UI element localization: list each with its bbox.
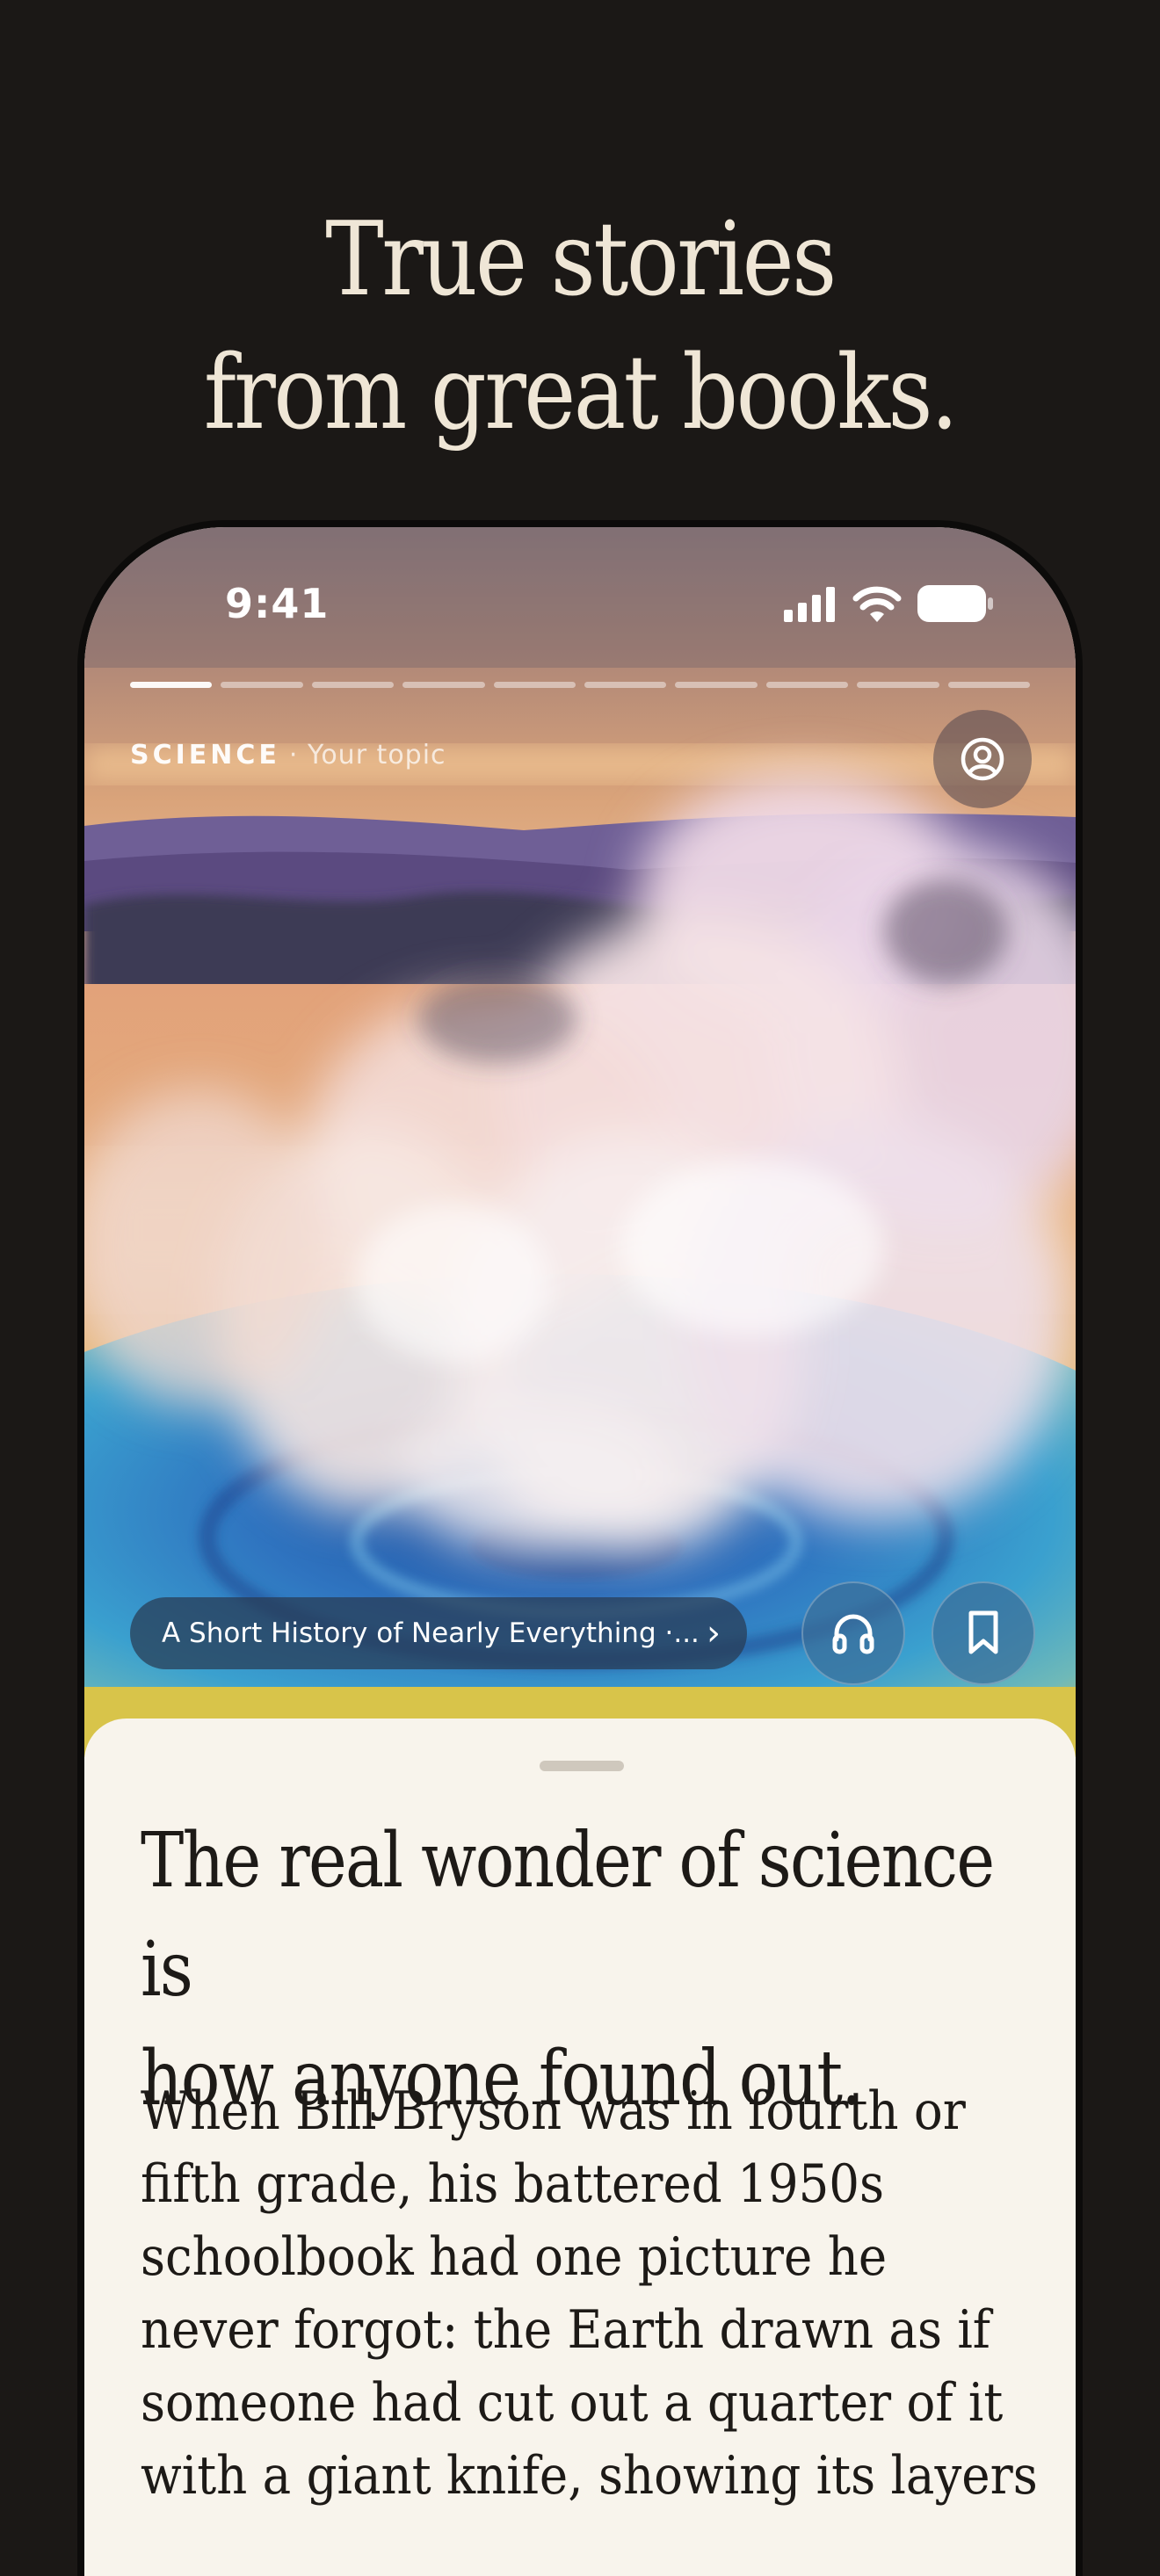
story-body-line: never forgot: the Earth drawn as if — [141, 2299, 991, 2361]
promo-headline-line-2: from great books. — [203, 334, 959, 452]
story-body-line: When Bill Bryson was in fourth or — [141, 2080, 966, 2142]
topic-label: SCIENCE · Your topic — [130, 740, 446, 771]
progress-segment — [765, 682, 849, 688]
progress-segment — [584, 682, 667, 688]
progress-segment — [675, 682, 758, 688]
story-body-line: someone had cut out a quarter of it — [141, 2372, 1004, 2434]
status-icons — [784, 585, 993, 622]
story-title-line-1: The real wonder of science is — [141, 1817, 995, 2014]
topic-subtitle: · Your topic — [288, 740, 446, 771]
profile-button[interactable] — [933, 710, 1032, 808]
book-title-button[interactable]: A Short History of Nearly Everything ·..… — [130, 1597, 747, 1669]
story-sheet[interactable]: The real wonder of science is how anyone… — [84, 1719, 1076, 2576]
phone-frame: 9:41 SCIENCE · Your topic A Short Histor… — [77, 520, 1083, 2576]
progress-segment — [947, 682, 1031, 688]
wifi-icon — [852, 586, 902, 622]
progress-segment — [130, 682, 213, 688]
bookmark-icon — [968, 1610, 998, 1654]
progress-segment — [857, 682, 939, 688]
progress-segment — [402, 682, 485, 688]
book-title: A Short History of Nearly Everything ·..… — [162, 1617, 698, 1649]
story-body: When Bill Bryson was in fourth or fifth g… — [141, 2075, 1038, 2513]
sheet-grabber[interactable] — [540, 1761, 624, 1771]
progress-segment — [493, 682, 576, 688]
progress-segment — [311, 682, 395, 688]
profile-icon — [961, 737, 1004, 781]
story-body-line: with a giant knife, showing its layers — [141, 2445, 1038, 2507]
bookmark-button[interactable] — [932, 1581, 1035, 1685]
promo-headline: True stories from great books. — [81, 193, 1078, 460]
promo-headline-line-1: True stories — [325, 200, 837, 319]
progress-segment — [221, 682, 303, 688]
chevron-right-icon: › — [707, 1613, 721, 1653]
battery-icon — [917, 585, 993, 622]
story-body-line: fifth grade, his battered 1950s — [141, 2153, 885, 2215]
hero-illustration — [84, 527, 1076, 1757]
phone-screen: 9:41 SCIENCE · Your topic A Short Histor… — [84, 527, 1076, 2576]
status-bar: 9:41 — [84, 580, 1076, 633]
signal-icon — [784, 587, 835, 622]
listen-button[interactable] — [801, 1581, 905, 1685]
topic-category: SCIENCE — [130, 740, 280, 771]
status-time: 9:41 — [225, 580, 330, 627]
headphones-icon — [832, 1614, 874, 1654]
story-progress — [130, 682, 1031, 688]
story-body-line: schoolbook had one picture he — [141, 2226, 888, 2288]
